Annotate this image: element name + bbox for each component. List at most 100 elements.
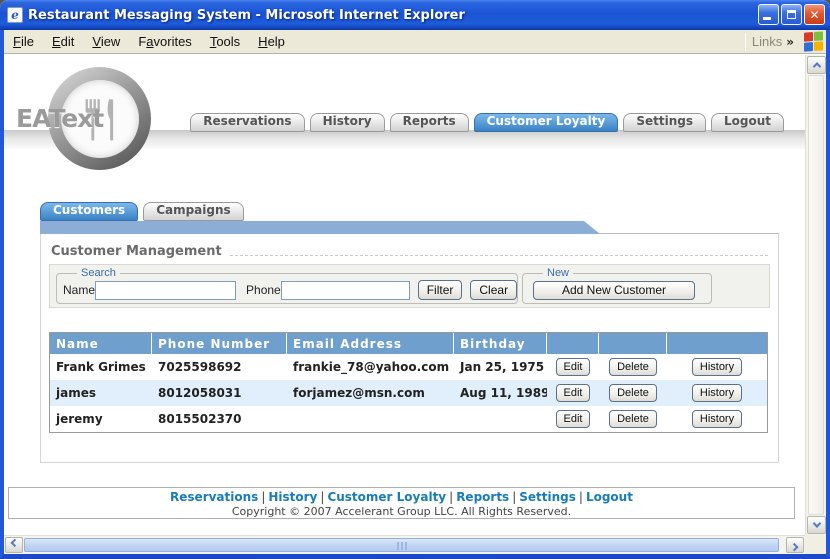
history-button[interactable]: History bbox=[692, 410, 742, 428]
horizontal-scrollbar-thumb[interactable] bbox=[24, 538, 779, 552]
history-button[interactable]: History bbox=[692, 384, 742, 402]
footer-separator: | bbox=[579, 490, 583, 504]
minimize-icon bbox=[763, 17, 771, 20]
page-content: EAText bbox=[4, 55, 805, 535]
table-header-row: Name Phone Number Email Address Birthday bbox=[50, 333, 767, 354]
window-title: Restaurant Messaging System - Microsoft … bbox=[28, 8, 465, 23]
close-icon: ✕ bbox=[809, 9, 819, 21]
footer-separator: | bbox=[320, 490, 324, 504]
footer: Reservations|History|Customer Loyalty|Re… bbox=[8, 487, 795, 519]
title-bar: e Restaurant Messaging System - Microsof… bbox=[0, 0, 830, 30]
horizontal-scrollbar[interactable] bbox=[4, 535, 805, 554]
nav-tab-logout[interactable]: Logout bbox=[711, 113, 784, 132]
thumb-grip-icon bbox=[397, 542, 407, 550]
tab-customers[interactable]: Customers bbox=[40, 202, 138, 221]
footer-link-reports[interactable]: Reports bbox=[456, 490, 509, 504]
vertical-scrollbar-thumb[interactable] bbox=[808, 75, 824, 515]
delete-button[interactable]: Delete bbox=[609, 358, 657, 376]
chevron-up-icon bbox=[812, 62, 820, 70]
table-row: Frank Grimes 7025598692 frankie_78@yahoo… bbox=[50, 354, 767, 380]
minimize-button[interactable] bbox=[758, 4, 779, 25]
chevron-left-icon bbox=[10, 539, 18, 547]
scroll-right-button[interactable] bbox=[786, 537, 804, 553]
nav-tab-reports[interactable]: Reports bbox=[390, 113, 469, 132]
menu-edit[interactable]: Edit bbox=[43, 32, 83, 51]
nav-tab-settings[interactable]: Settings bbox=[623, 113, 706, 132]
scroll-down-button[interactable] bbox=[807, 516, 826, 534]
footer-separator: | bbox=[261, 490, 265, 504]
tab-campaigns[interactable]: Campaigns bbox=[143, 202, 243, 221]
chevron-expand-icon[interactable]: » bbox=[786, 35, 794, 49]
browser-window: e Restaurant Messaging System - Microsof… bbox=[0, 0, 830, 559]
scroll-left-button[interactable] bbox=[5, 537, 23, 553]
copyright-text: Copyright © 2007 Accelerant Group LLC. A… bbox=[9, 505, 794, 518]
close-button[interactable]: ✕ bbox=[804, 4, 825, 25]
browser-viewport: EAText bbox=[4, 55, 826, 554]
menu-tools[interactable]: Tools bbox=[201, 32, 249, 51]
menu-bar: File Edit View Favorites Tools Help Link… bbox=[4, 30, 826, 54]
customers-table: Name Phone Number Email Address Birthday… bbox=[49, 332, 768, 433]
footer-link-reservations[interactable]: Reservations bbox=[170, 490, 258, 504]
delete-button[interactable]: Delete bbox=[609, 384, 657, 402]
edit-button[interactable]: Edit bbox=[556, 384, 591, 402]
phone-label: Phone bbox=[246, 283, 281, 297]
menu-separator bbox=[745, 33, 746, 51]
nav-tab-customer-loyalty[interactable]: Customer Loyalty bbox=[474, 113, 619, 132]
phone-input[interactable] bbox=[281, 281, 410, 300]
scrollbar-corner bbox=[805, 535, 826, 554]
vertical-scrollbar[interactable] bbox=[805, 55, 826, 535]
search-fieldset: Search Name Phone Filter Clear bbox=[56, 267, 518, 304]
add-new-customer-button[interactable]: Add New Customer bbox=[533, 281, 695, 300]
cell-phone: 8015502370 bbox=[152, 406, 287, 432]
col-header-phone: Phone Number bbox=[152, 333, 287, 354]
table-row: jeremy 8015502370 Edit Delete History bbox=[50, 406, 767, 432]
maximize-icon bbox=[787, 10, 796, 19]
footer-link-customer-loyalty[interactable]: Customer Loyalty bbox=[327, 490, 446, 504]
maximize-button[interactable] bbox=[781, 4, 802, 25]
sub-tabs: Customers Campaigns bbox=[40, 202, 244, 221]
menu-help[interactable]: Help bbox=[249, 32, 294, 51]
menu-file[interactable]: File bbox=[4, 32, 43, 51]
menu-favorites[interactable]: Favorites bbox=[129, 32, 200, 51]
name-input[interactable] bbox=[95, 281, 236, 300]
cell-birthday bbox=[454, 406, 547, 432]
new-legend: New bbox=[543, 267, 573, 279]
new-fieldset: New Add New Customer bbox=[522, 267, 712, 304]
nav-tab-reservations[interactable]: Reservations bbox=[190, 113, 304, 132]
col-header-email: Email Address bbox=[287, 333, 454, 354]
name-label: Name bbox=[63, 283, 95, 297]
main-nav-tabs: Reservations History Reports Customer Lo… bbox=[190, 113, 784, 132]
edit-button[interactable]: Edit bbox=[556, 358, 591, 376]
cell-email bbox=[287, 406, 454, 432]
search-panel: Search Name Phone Filter Clear N bbox=[49, 264, 770, 308]
footer-links: Reservations|History|Customer Loyalty|Re… bbox=[9, 490, 794, 504]
col-header-birthday: Birthday bbox=[454, 333, 547, 354]
footer-link-settings[interactable]: Settings bbox=[519, 490, 576, 504]
cell-phone: 8012058031 bbox=[152, 380, 287, 406]
edit-button[interactable]: Edit bbox=[556, 410, 591, 428]
cell-email: frankie_78@yahoo.com bbox=[287, 354, 454, 380]
cell-birthday: Jan 25, 1975 bbox=[454, 354, 547, 380]
search-legend: Search bbox=[77, 267, 120, 279]
nav-tab-history[interactable]: History bbox=[310, 113, 385, 132]
cell-name: Frank Grimes bbox=[50, 354, 152, 380]
footer-link-history[interactable]: History bbox=[268, 490, 317, 504]
chevron-right-icon bbox=[790, 543, 798, 551]
cell-phone: 7025598692 bbox=[152, 354, 287, 380]
col-header-history bbox=[667, 333, 767, 354]
col-header-edit bbox=[547, 333, 599, 354]
clear-button[interactable]: Clear bbox=[470, 280, 517, 300]
windows-logo-icon bbox=[804, 31, 824, 52]
cell-name: jeremy bbox=[50, 406, 152, 432]
links-toolbar[interactable]: Links bbox=[752, 34, 782, 49]
col-header-delete bbox=[599, 333, 667, 354]
history-button[interactable]: History bbox=[692, 358, 742, 376]
filter-button[interactable]: Filter bbox=[418, 280, 463, 300]
footer-link-logout[interactable]: Logout bbox=[586, 490, 633, 504]
delete-button[interactable]: Delete bbox=[609, 410, 657, 428]
menu-view[interactable]: View bbox=[83, 32, 129, 51]
footer-separator: | bbox=[449, 490, 453, 504]
table-row: james 8012058031 forjamez@msn.com Aug 11… bbox=[50, 380, 767, 406]
scroll-up-button[interactable] bbox=[807, 56, 826, 74]
cell-birthday: Aug 11, 1989 bbox=[454, 380, 547, 406]
